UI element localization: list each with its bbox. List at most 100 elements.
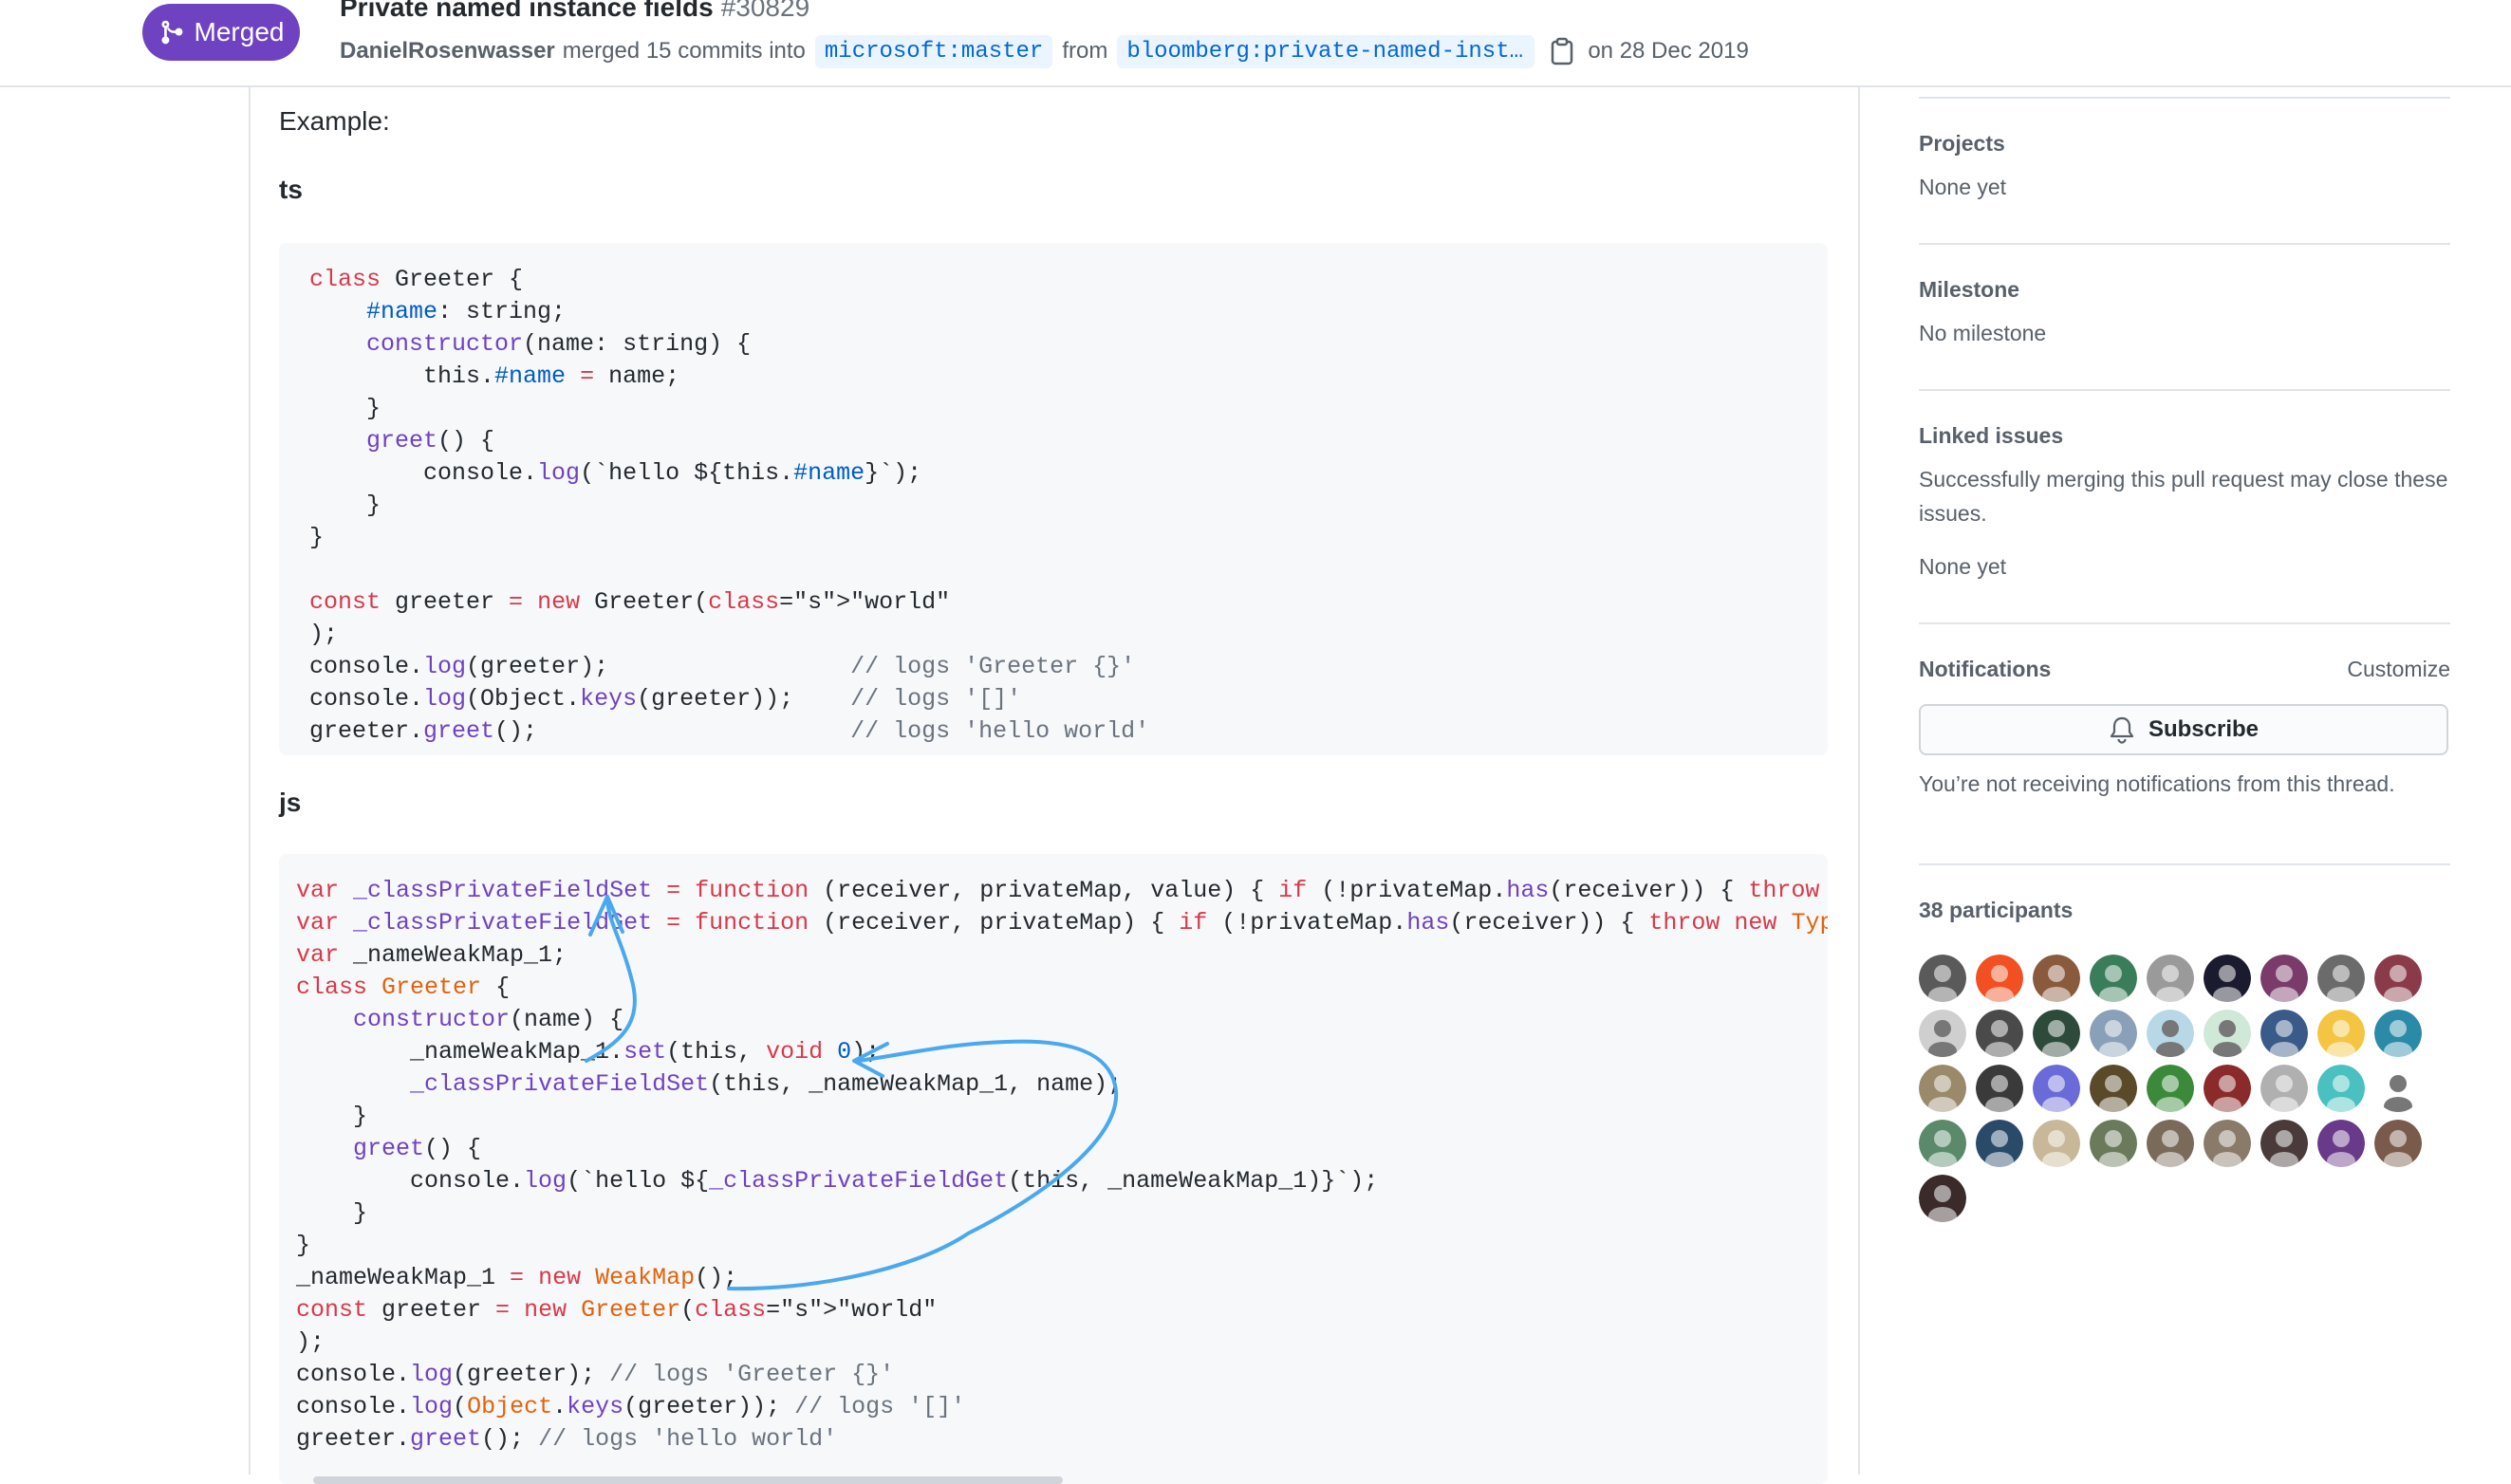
js-code: var _classPrivateFieldSet = function (re…: [279, 854, 1828, 1476]
avatar-image: [2090, 1065, 2137, 1112]
pr-header: Merged Private named instance fields #308…: [0, 0, 2511, 87]
participant-avatar[interactable]: [2033, 1120, 2080, 1167]
participant-avatar[interactable]: [2260, 1120, 2308, 1167]
avatar-image: [2317, 1120, 2365, 1167]
participant-avatar[interactable]: [1919, 955, 1966, 1002]
ts-code: class Greeter { #name: string; construct…: [279, 243, 1828, 755]
milestone-title[interactable]: Milestone: [1919, 277, 2450, 303]
participant-avatar[interactable]: [2090, 1120, 2137, 1167]
subscribe-button[interactable]: Subscribe: [1919, 704, 2448, 755]
participant-avatar[interactable]: [2260, 955, 2308, 1002]
participant-avatar[interactable]: [1919, 1175, 1966, 1222]
participant-avatar[interactable]: [2374, 1065, 2422, 1112]
participant-avatar[interactable]: [2147, 955, 2194, 1002]
participant-avatar[interactable]: [2260, 1065, 2308, 1112]
participant-avatar[interactable]: [2317, 1120, 2365, 1167]
avatar-image: [2374, 955, 2422, 1002]
participant-avatar[interactable]: [2147, 1010, 2194, 1057]
avatar-image: [2147, 955, 2194, 1002]
code-line: greeter.greet(); // logs 'hello world': [296, 1425, 838, 1453]
avatar-image: [2260, 1010, 2308, 1057]
avatar-image: [1919, 1120, 1966, 1167]
code-line: }: [296, 1232, 311, 1259]
ts-heading: ts: [279, 175, 303, 204]
participant-avatar[interactable]: [1919, 1010, 1966, 1057]
participant-avatar[interactable]: [1919, 1065, 1966, 1112]
participant-avatar[interactable]: [1919, 1120, 1966, 1167]
code-line: console.log(Object.keys(greeter)); // lo…: [296, 1393, 966, 1420]
participant-avatar[interactable]: [1976, 1065, 2023, 1112]
avatar-image: [2147, 1065, 2194, 1112]
code-line: this.#name = name;: [309, 362, 680, 390]
customize-link[interactable]: Customize: [2347, 657, 2450, 682]
participant-avatar[interactable]: [2033, 1010, 2080, 1057]
participant-avatar[interactable]: [2090, 955, 2137, 1002]
participant-avatar[interactable]: [2204, 1010, 2251, 1057]
divider: [1919, 243, 2450, 245]
code-line: const greeter = new Greeter(class="s">"w…: [309, 588, 951, 616]
head-branch[interactable]: bloomberg:private-named-insta…: [1117, 34, 1535, 68]
participant-avatar[interactable]: [2033, 955, 2080, 1002]
avatar-image: [2033, 1010, 2080, 1057]
code-line: class Greeter {: [309, 266, 524, 293]
participant-avatar[interactable]: [2374, 955, 2422, 1002]
code-line: console.log(Object.keys(greeter)); // lo…: [309, 685, 1022, 713]
avatar-image: [1976, 955, 2023, 1002]
divider: [1919, 863, 2450, 865]
avatar-image: [2090, 1120, 2137, 1167]
code-line: greet() {: [353, 1135, 482, 1162]
participant-avatar[interactable]: [2317, 1065, 2365, 1112]
code-line: _nameWeakMap_1.set(this, void 0);: [296, 1038, 881, 1066]
participant-avatar[interactable]: [1976, 1010, 2023, 1057]
divider: [1919, 97, 2450, 99]
copy-clipboard-icon[interactable]: [1550, 37, 1574, 65]
participant-avatar[interactable]: [2204, 1065, 2251, 1112]
participant-avatar[interactable]: [2147, 1065, 2194, 1112]
participant-avatar[interactable]: [2374, 1120, 2422, 1167]
notifications-section: Notifications Customize: [1919, 657, 2450, 682]
code-line: }: [309, 395, 381, 422]
js-code-block: var _classPrivateFieldSet = function (re…: [279, 854, 1828, 1484]
avatar-image: [1919, 1010, 1966, 1057]
participant-avatar[interactable]: [2204, 955, 2251, 1002]
avatar-image: [2204, 1120, 2251, 1167]
milestone-section: Milestone No milestone: [1919, 277, 2450, 350]
avatar-image: [2147, 1120, 2194, 1167]
linked-issues-desc: Successfully merging this pull request m…: [1919, 467, 2448, 526]
code-line: var _classPrivateFieldGet = function (re…: [296, 909, 1828, 937]
avatar-image: [2260, 1065, 2308, 1112]
avatar-image: [2260, 955, 2308, 1002]
avatar-image: [1976, 1120, 2023, 1167]
from-text: from: [1062, 38, 1108, 64]
code-line: greet() {: [366, 427, 495, 454]
linked-issues-title[interactable]: Linked issues: [1919, 423, 2450, 449]
code-line: console.log(greeter); // logs 'Greeter {…: [309, 653, 1136, 680]
participant-avatar[interactable]: [2317, 1010, 2365, 1057]
participant-avatar[interactable]: [2204, 1120, 2251, 1167]
avatar-image: [2204, 955, 2251, 1002]
avatar-image: [2147, 1010, 2194, 1057]
participant-avatar[interactable]: [2317, 955, 2365, 1002]
base-branch[interactable]: microsoft:master: [814, 34, 1053, 68]
participant-avatar[interactable]: [2374, 1010, 2422, 1057]
avatar-image: [2374, 1065, 2422, 1112]
avatar-image: [2374, 1010, 2422, 1057]
code-line: }: [309, 524, 325, 551]
participant-avatar[interactable]: [2147, 1120, 2194, 1167]
notifications-desc: You’re not receiving notifications from …: [1919, 771, 2395, 796]
participant-avatar[interactable]: [2090, 1065, 2137, 1112]
code-line: }: [309, 492, 381, 519]
pr-title-text: Private named instance fields: [340, 0, 714, 22]
code-line: _nameWeakMap_1 = new WeakMap();: [296, 1264, 738, 1291]
projects-title[interactable]: Projects: [1919, 131, 2450, 157]
participant-avatar[interactable]: [1976, 1120, 2023, 1167]
author-link[interactable]: DanielRosenwasser: [340, 38, 555, 65]
participant-avatar[interactable]: [2033, 1065, 2080, 1112]
horizontal-scrollbar[interactable]: [313, 1476, 1063, 1484]
code-line: console.log(greeter); // logs 'Greeter {…: [296, 1361, 895, 1388]
participant-avatar[interactable]: [1976, 955, 2023, 1002]
participant-avatar[interactable]: [2260, 1010, 2308, 1057]
pr-meta: DanielRosenwasser merged 15 commits into…: [340, 32, 1749, 70]
code-line: class Greeter {: [296, 974, 511, 1001]
participant-avatar[interactable]: [2090, 1010, 2137, 1057]
